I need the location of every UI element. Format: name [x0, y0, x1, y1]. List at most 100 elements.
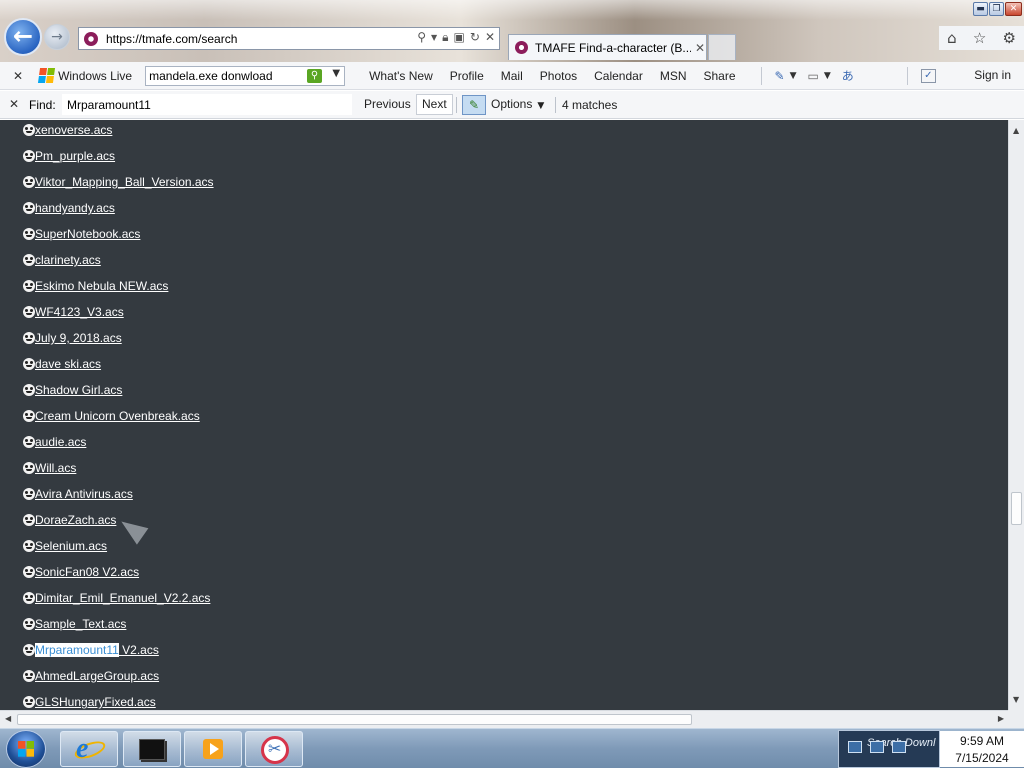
file-link[interactable]: GLSHungaryFixed.acs	[35, 695, 156, 709]
scroll-left-icon[interactable]: ◀	[5, 714, 11, 723]
search-dropdown-icon[interactable]: ▼	[332, 68, 340, 79]
close-window-icon[interactable]: ✕	[1005, 2, 1022, 16]
scroll-down-icon[interactable]: ▼	[1013, 695, 1019, 704]
list-item: xenoverse.acs	[23, 123, 214, 149]
file-link[interactable]: Selenium.acs	[35, 539, 107, 553]
address-bar[interactable]: https://tmafe.com/search ⚲ ▼ 🔒︎ ▣ ↻ ✕	[78, 27, 500, 50]
chevron-down-icon[interactable]: ▼	[537, 101, 544, 111]
list-item: Eskimo Nebula NEW.acs	[23, 279, 214, 305]
scroll-up-icon[interactable]: ▲	[1013, 126, 1019, 135]
edit-dropdown-icon[interactable]: ▼	[790, 71, 797, 81]
agent-character-icon	[23, 384, 35, 396]
tab-title[interactable]: TMAFE Find-a-character (B...	[535, 41, 691, 55]
file-link[interactable]: WF4123_V3.acs	[35, 305, 124, 319]
tab-close-icon[interactable]: ✕	[695, 41, 705, 55]
file-link[interactable]: clarinety.acs	[35, 253, 101, 267]
find-highlight-text: Mrparamount11	[35, 643, 119, 657]
windows-live-label[interactable]: Windows Live	[58, 69, 132, 83]
file-link[interactable]: Sample_Text.acs	[35, 617, 126, 631]
highlight-matches-icon[interactable]: ✎	[462, 95, 486, 115]
sign-in-link[interactable]: Sign in	[974, 68, 1011, 82]
file-link[interactable]: Viktor_Mapping_Ball_Version.acs	[35, 175, 214, 189]
list-item: July 9, 2018.acs	[23, 331, 214, 357]
agent-character-icon	[23, 566, 35, 578]
gear-icon[interactable]: ⚙	[1002, 29, 1015, 47]
link-profile[interactable]: Profile	[450, 69, 484, 83]
taskbar-command-prompt[interactable]	[123, 731, 181, 767]
volume-icon[interactable]	[892, 741, 906, 753]
window-dropdown-icon[interactable]: ▼	[824, 71, 831, 81]
agent-character-icon	[23, 176, 35, 188]
scroll-right-icon[interactable]: ▶	[998, 714, 1004, 723]
compat-icon[interactable]: ▣	[454, 30, 465, 46]
file-link[interactable]: dave ski.acs	[35, 357, 101, 371]
link-share[interactable]: Share	[704, 69, 736, 83]
monitor-icon[interactable]	[870, 741, 884, 753]
link-mail[interactable]: Mail	[501, 69, 523, 83]
dropdown-icon[interactable]: ▼	[431, 30, 437, 46]
taskbar-internet-explorer[interactable]: e	[60, 731, 118, 767]
file-link[interactable]: July 9, 2018.acs	[35, 331, 122, 345]
restore-icon[interactable]: ❐	[989, 2, 1004, 16]
file-link[interactable]: Avira Antivirus.acs	[35, 487, 133, 501]
file-link[interactable]: handyandy.acs	[35, 201, 115, 215]
file-link[interactable]: xenoverse.acs	[35, 123, 112, 137]
checkbox-icon[interactable]: ✓	[920, 68, 936, 83]
clock[interactable]: 9:59 AM 7/15/2024	[940, 731, 1024, 767]
file-link[interactable]: Shadow Girl.acs	[35, 383, 122, 397]
file-link[interactable]: Eskimo Nebula NEW.acs	[35, 279, 168, 293]
address-url[interactable]: https://tmafe.com/search	[106, 32, 237, 46]
taskbar-snipping-tool[interactable]	[245, 731, 303, 767]
file-link[interactable]: SonicFan08 V2.acs	[35, 565, 139, 579]
vertical-scrollbar[interactable]: ▲ ▼	[1008, 120, 1024, 710]
link-calendar[interactable]: Calendar	[594, 69, 643, 83]
edit-icon[interactable]: ✎	[775, 69, 785, 83]
lock-icon[interactable]: 🔒︎	[442, 30, 448, 46]
file-link[interactable]: Will.acs	[35, 461, 76, 475]
star-icon[interactable]: ☆	[973, 29, 986, 47]
find-bar: ✕ Find: Mrparamount11 Previous Next ✎ Op…	[0, 91, 1024, 119]
new-tab-button[interactable]	[708, 34, 736, 60]
horizontal-scroll-thumb[interactable]	[17, 714, 692, 725]
file-link[interactable]: AhmedLargeGroup.acs	[35, 669, 159, 683]
tab-active[interactable]: TMAFE Find-a-character (B... ✕	[508, 34, 707, 60]
find-input[interactable]: Mrparamount11	[62, 94, 352, 115]
toolbar-close-icon[interactable]: ✕	[13, 69, 23, 83]
find-previous-button[interactable]: Previous	[358, 94, 417, 115]
refresh-icon[interactable]: ↻	[470, 30, 480, 46]
find-options-button[interactable]: Options ▼	[491, 94, 544, 115]
window-icon[interactable]: ▭	[808, 69, 819, 83]
link-whats-new[interactable]: What's New	[369, 69, 433, 83]
stop-icon[interactable]: ✕	[485, 30, 495, 46]
taskbar-media-player[interactable]	[184, 731, 242, 767]
vertical-scroll-thumb[interactable]	[1011, 492, 1022, 525]
translate-icon[interactable]: あ	[842, 67, 854, 84]
forward-arrow-icon[interactable]: →	[44, 24, 70, 50]
find-next-button[interactable]: Next	[416, 94, 453, 115]
live-search-value[interactable]: mandela.exe donwload	[149, 69, 272, 83]
home-icon[interactable]: ⌂	[947, 29, 957, 47]
find-options-label[interactable]: Options	[491, 97, 532, 111]
file-link[interactable]: SuperNotebook.acs	[35, 227, 140, 241]
live-search-input[interactable]: mandela.exe donwload ⚲ ▼	[145, 65, 346, 86]
link-msn[interactable]: MSN	[660, 69, 687, 83]
file-link[interactable]: Cream Unicorn Ovenbreak.acs	[35, 409, 200, 423]
search-icon[interactable]: ⚲	[417, 30, 426, 46]
find-query[interactable]: Mrparamount11	[67, 98, 151, 112]
search-go-icon[interactable]: ⚲	[307, 68, 323, 83]
file-link[interactable]: Dimitar_Emil_Emanuel_V2.2.acs	[35, 591, 210, 605]
file-link[interactable]: DoraeZach.acs	[35, 513, 116, 527]
toolbar-separator	[760, 66, 762, 85]
link-photos[interactable]: Photos	[540, 69, 577, 83]
network-icon[interactable]	[848, 741, 862, 753]
find-close-icon[interactable]: ✕	[9, 97, 19, 111]
back-arrow-icon[interactable]: ←	[4, 18, 42, 56]
file-link-match[interactable]: Mrparamount11 V2.acs	[35, 643, 159, 657]
list-item: audie.acs	[23, 435, 214, 461]
minimize-icon[interactable]: ▬	[973, 2, 988, 16]
file-link[interactable]: Pm_purple.acs	[35, 149, 115, 163]
page-content: xenoverse.acs Pm_purple.acs Viktor_Mappi…	[0, 120, 1008, 710]
start-button[interactable]	[6, 730, 46, 768]
horizontal-scrollbar[interactable]: ◀ ▶	[0, 710, 1008, 728]
file-link[interactable]: audie.acs	[35, 435, 86, 449]
